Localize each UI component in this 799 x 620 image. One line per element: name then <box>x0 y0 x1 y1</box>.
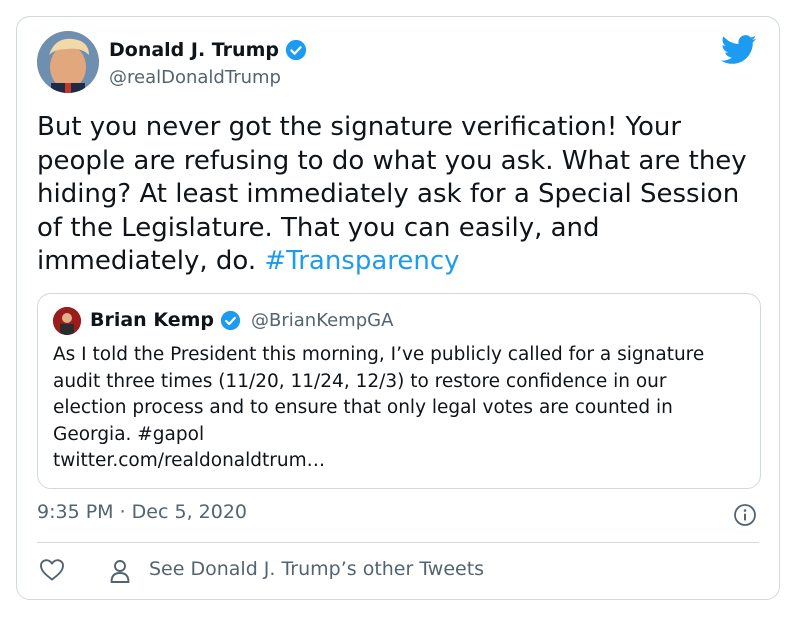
quoted-tweet[interactable]: Brian Kemp @BrianKempGA As I told the Pr… <box>37 293 761 489</box>
author-avatar[interactable] <box>37 31 99 93</box>
divider <box>37 542 759 543</box>
quoted-body: As I told the President this morning, I’… <box>53 344 705 445</box>
see-other-tweets-link[interactable]: See Donald J. Trump’s other Tweets <box>149 558 484 580</box>
verified-badge-icon <box>220 310 241 331</box>
tweet-text: But you never got the signature verifica… <box>37 111 757 279</box>
hashtag-link[interactable]: #Transparency <box>264 246 459 276</box>
quoted-author-handle: @BrianKempGA <box>251 309 394 331</box>
verified-badge-icon <box>285 39 307 61</box>
person-icon[interactable] <box>109 558 131 584</box>
author-name[interactable]: Donald J. Trump <box>109 39 279 61</box>
author-handle[interactable]: @realDonaldTrump <box>109 67 281 88</box>
info-icon[interactable] <box>733 503 757 527</box>
like-heart-icon[interactable] <box>39 558 65 582</box>
tweet-card: Donald J. Trump @realDonaldTrump But you… <box>16 16 780 600</box>
quoted-header: Brian Kemp @BrianKempGA <box>90 309 393 331</box>
quoted-text: As I told the President this morning, I’… <box>53 342 743 475</box>
quoted-link[interactable]: twitter.com/realdonaldtrum… <box>53 450 325 471</box>
twitter-bird-icon[interactable] <box>721 35 757 65</box>
tweet-timestamp[interactable]: 9:35 PM · Dec 5, 2020 <box>37 501 247 523</box>
quoted-author-avatar <box>53 307 81 335</box>
author-name-row[interactable]: Donald J. Trump <box>109 39 307 61</box>
quoted-author-name: Brian Kemp <box>90 309 215 331</box>
